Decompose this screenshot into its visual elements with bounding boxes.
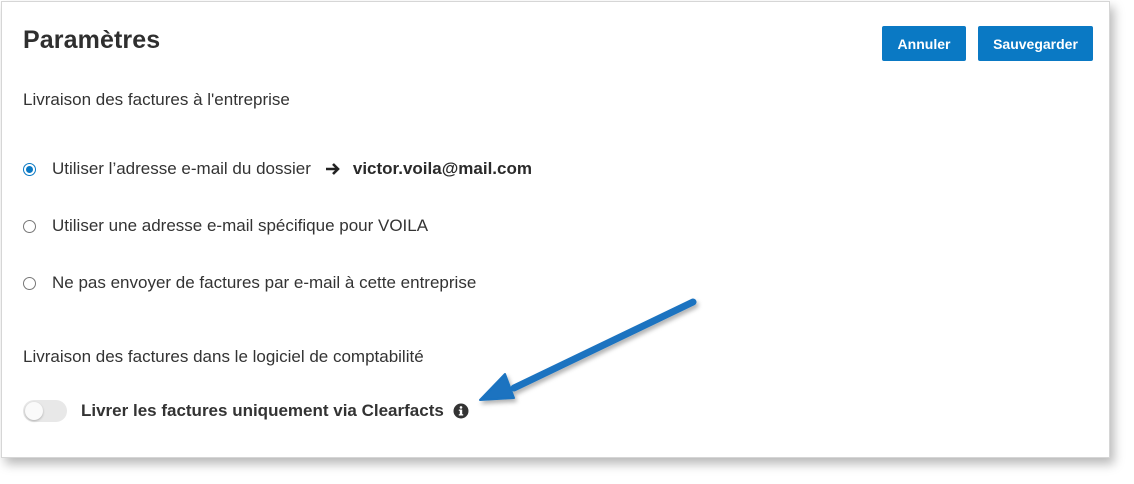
- radio-option-no-email[interactable]: Ne pas envoyer de factures par e-mail à …: [23, 272, 476, 294]
- settings-panel: Paramètres Annuler Sauvegarder Livraison…: [1, 1, 1110, 458]
- radio-button[interactable]: [23, 276, 36, 290]
- save-button[interactable]: Sauvegarder: [978, 26, 1093, 61]
- invoice-delivery-section-label: Livraison des factures à l'entreprise: [23, 90, 290, 109]
- info-circle-icon[interactable]: [453, 403, 469, 419]
- radio-option-folder-email[interactable]: Utiliser l’adresse e-mail du dossier vic…: [23, 158, 532, 180]
- clearfacts-toggle-label: Livrer les factures uniquement via Clear…: [81, 401, 444, 420]
- radio-option-specific-email[interactable]: Utiliser une adresse e-mail spécifique p…: [23, 215, 428, 237]
- toggle-knob: [25, 402, 43, 420]
- arrow-right-icon: [325, 163, 340, 175]
- cancel-button[interactable]: Annuler: [882, 26, 966, 61]
- clearfacts-toggle[interactable]: [23, 400, 67, 422]
- accounting-delivery-section-label: Livraison des factures dans le logiciel …: [23, 347, 424, 366]
- radio-button-selected[interactable]: [23, 162, 36, 176]
- radio-label-specific-email: Utiliser une adresse e-mail spécifique p…: [52, 216, 429, 235]
- clearfacts-toggle-row: Livrer les factures uniquement via Clear…: [23, 400, 469, 422]
- page-title: Paramètres: [23, 26, 161, 54]
- radio-label-folder-email: Utiliser l’adresse e-mail du dossier: [52, 159, 311, 178]
- radio-button[interactable]: [23, 219, 36, 233]
- folder-email-address: victor.voila@mail.com: [352, 159, 532, 178]
- radio-label-no-email: Ne pas envoyer de factures par e-mail à …: [52, 273, 477, 292]
